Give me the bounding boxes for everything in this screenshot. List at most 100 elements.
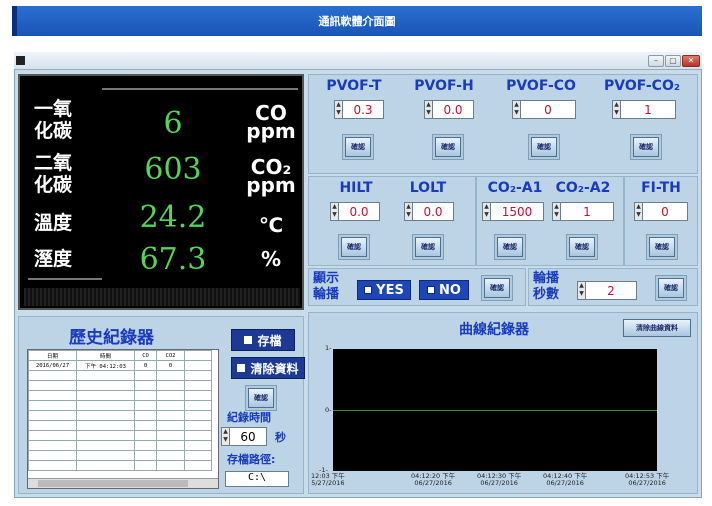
save-path-label: 存檔路徑:	[227, 453, 276, 466]
rotate-no-button[interactable]: NO	[419, 280, 469, 300]
lolt-confirm-button[interactable]: 確認	[415, 237, 441, 257]
pvof-co2-input[interactable]: ▲ ▼ 1	[612, 100, 676, 119]
lolt-input[interactable]: ▲ ▼ 0.0	[404, 202, 454, 221]
pvof-t-confirm-button[interactable]: 確認	[345, 137, 371, 157]
history-title: 歷史紀錄器	[69, 328, 154, 348]
spinner-icon[interactable]: ▲ ▼	[405, 203, 413, 220]
x-tick: 04:12:30 下午 06/27/2016	[477, 473, 521, 487]
pvof-t-label: PVOF-T	[326, 78, 382, 94]
table-row	[28, 450, 212, 461]
hilt-value: 0.0	[349, 204, 369, 219]
spinner-icon[interactable]: ▲ ▼	[553, 203, 561, 220]
table-row	[28, 380, 212, 391]
co2-a2-confirm-button[interactable]: 確認	[569, 237, 595, 257]
clear-history-button[interactable]: 清除資料	[231, 357, 305, 379]
history-confirm-button[interactable]: 確認	[248, 388, 274, 408]
save-path-input[interactable]: C:\	[225, 471, 289, 487]
clear-curve-button[interactable]: 清除曲線資料	[623, 319, 691, 337]
x-tick-date: 06/27/2016	[628, 479, 666, 487]
rotate-seconds-label: 輪播 秒數	[533, 271, 559, 303]
pvof-co-confirm-frame: 確認	[528, 134, 560, 160]
scrollbar-thumb[interactable]	[38, 480, 188, 487]
spinner-icon[interactable]: ▲ ▼	[513, 101, 521, 118]
maximize-button[interactable]: ▢	[665, 55, 681, 67]
humidity-label: 溼度	[34, 248, 73, 270]
rotate-seconds-panel: 輪播 秒數 ▲ ▼ 2 確認	[528, 268, 698, 306]
fi-th-value: 0	[661, 204, 669, 219]
x-tick-date: 06/27/2016	[480, 479, 518, 487]
column-header: CO2	[156, 350, 185, 361]
fi-th-confirm-frame: 確認	[646, 234, 678, 260]
spinner-icon[interactable]: ▲ ▼	[425, 101, 433, 118]
co2-unit-line2: ppm	[246, 173, 296, 197]
lolt-value: 0.0	[423, 204, 443, 219]
table-row	[28, 410, 212, 421]
table-row	[28, 370, 212, 381]
rotate-no-label: NO	[439, 282, 461, 298]
spinner-icon[interactable]: ▲ ▼	[331, 203, 339, 220]
horizontal-scrollbar[interactable]	[28, 478, 218, 488]
x-tick: 04:12:20 下午 06/27/2016	[411, 473, 455, 487]
pvof-co-input[interactable]: ▲ ▼ 0	[512, 100, 576, 119]
co2-label: 二氧 化碳	[34, 152, 72, 196]
pvof-co2-confirm-button[interactable]: 確認	[633, 137, 659, 157]
hilt-confirm-button[interactable]: 確認	[341, 237, 367, 257]
humidity-unit: %	[260, 247, 282, 271]
table-row	[28, 430, 212, 441]
save-label: 存檔	[257, 333, 282, 348]
clear-history-label: 清除資料	[250, 361, 299, 376]
interval-input[interactable]: ▲ ▼ 60	[221, 427, 267, 446]
table-cell: 2016/06/27	[28, 360, 77, 371]
table-row[interactable]: 2016/06/27 下午 04:12:03 0 0	[28, 360, 212, 371]
pvof-h-confirm-frame: 確認	[432, 134, 464, 160]
curve-title: 曲線紀錄器	[459, 322, 529, 338]
rotate-confirm-button[interactable]: 確認	[484, 278, 510, 298]
divider	[102, 88, 298, 90]
hilt-input[interactable]: ▲ ▼ 0.0	[330, 202, 380, 221]
temperature-value: 24.2	[139, 200, 207, 235]
table-row	[28, 390, 212, 401]
minimize-button[interactable]: –	[648, 55, 664, 67]
page-banner: 通訊軟體介面圖	[12, 6, 702, 36]
spinner-icon[interactable]: ▲ ▼	[635, 203, 643, 220]
spinner-icon[interactable]: ▲ ▼	[578, 282, 586, 299]
pvof-t-confirm-frame: 確認	[342, 134, 374, 160]
co2-a2-input[interactable]: ▲ ▼ 1	[552, 202, 614, 221]
co-label: 一氧 化碳	[34, 98, 72, 142]
history-header-row: 日期 時間 CO CO2	[28, 350, 212, 361]
history-confirm-frame: 確認	[245, 385, 277, 411]
banner-accent	[12, 6, 17, 36]
pvof-h-input[interactable]: ▲ ▼ 0.0	[424, 100, 474, 119]
save-button[interactable]: 存檔	[231, 329, 295, 351]
rotate-seconds-confirm-button[interactable]: 確認	[658, 278, 684, 298]
column-header: 時間	[76, 350, 135, 361]
table-cell: 下午 04:12:03	[76, 360, 135, 371]
y-tick: 0-	[325, 406, 332, 414]
co2-a1-input[interactable]: ▲ ▼ 1500	[482, 202, 544, 221]
pvof-h-confirm-button[interactable]: 確認	[435, 137, 461, 157]
humidity-value: 67.3	[139, 242, 207, 277]
pvof-t-input[interactable]: ▲ ▼ 0.3	[334, 100, 384, 119]
fi-th-confirm-button[interactable]: 確認	[649, 237, 675, 257]
spinner-icon[interactable]: ▲ ▼	[613, 101, 621, 118]
spinner-icon[interactable]: ▲ ▼	[335, 101, 343, 118]
pvof-co2-confirm-frame: 確認	[630, 134, 662, 160]
spinner-icon[interactable]: ▲ ▼	[483, 203, 491, 220]
close-button[interactable]: ✕	[682, 55, 700, 67]
column-header: CO	[134, 350, 157, 361]
x-tick-date: 5/27/2016	[311, 479, 345, 487]
co2-unit: CO₂ ppm	[246, 157, 296, 197]
co2-a1-confirm-button[interactable]: 確認	[497, 237, 523, 257]
rotate-seconds-input[interactable]: ▲ ▼ 2	[577, 281, 637, 300]
column-header: 日期	[28, 350, 77, 361]
x-tick-date: 06/27/2016	[414, 479, 452, 487]
spinner-icon[interactable]: ▲ ▼	[222, 428, 230, 445]
fi-th-input[interactable]: ▲ ▼ 0	[634, 202, 688, 221]
history-table-frame[interactable]: 日期 時間 CO CO2 2016/06/27 下午 04:12:03 0 0	[27, 349, 219, 489]
table-cell: 0	[156, 360, 185, 371]
pvof-co-confirm-button[interactable]: 確認	[531, 137, 557, 157]
rotate-yes-button[interactable]: YES	[357, 280, 411, 300]
co-unit: CO ppm	[246, 103, 296, 141]
window-titlebar	[14, 52, 702, 70]
rotate-seconds-label-line2: 秒數	[533, 287, 560, 302]
